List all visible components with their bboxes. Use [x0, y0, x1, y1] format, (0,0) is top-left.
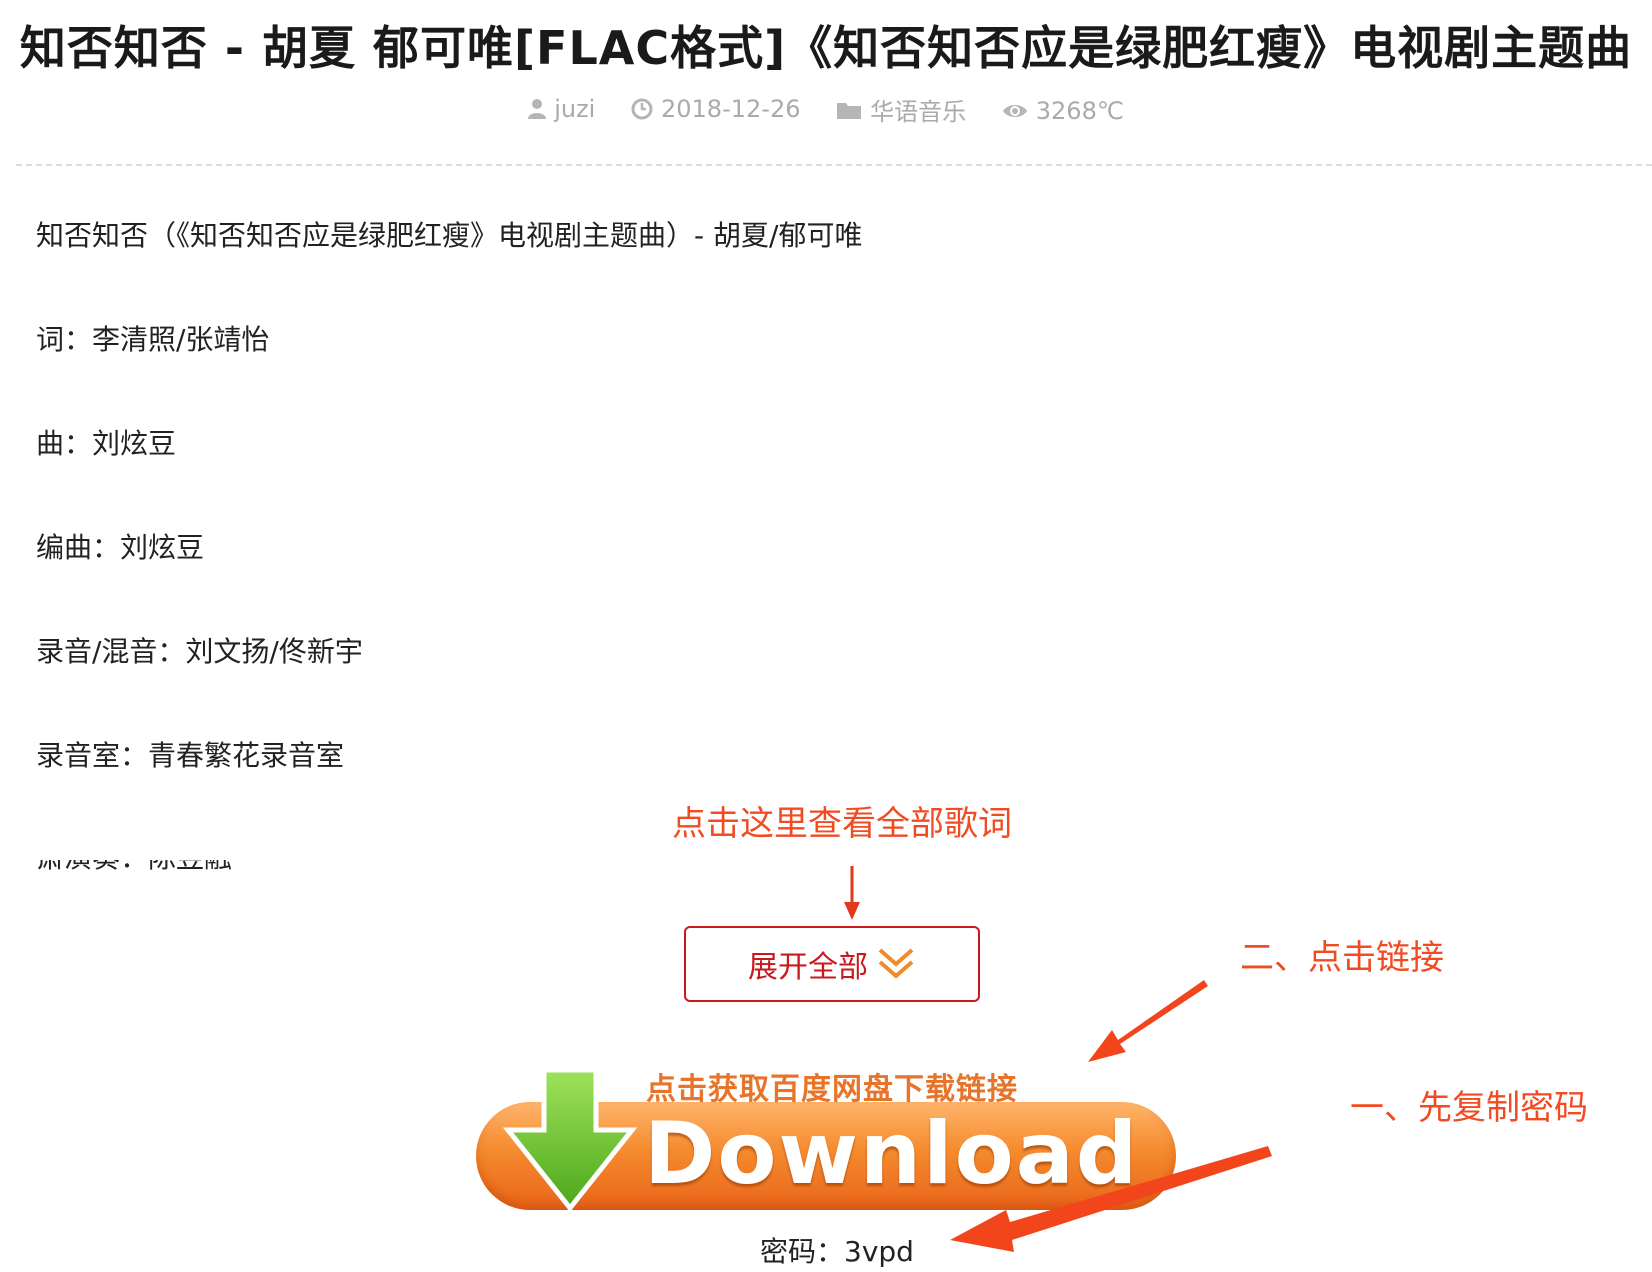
meta-author-text: juzi: [554, 94, 596, 123]
meta-date-text: 2018-12-26: [661, 94, 801, 123]
double-chevron-down-icon: [878, 948, 914, 979]
meta-views: 3268℃: [1002, 97, 1124, 125]
post-title: 知否知否 - 胡夏 郁可唯[FLAC格式]《知否知否应是绿肥红瘦》电视剧主题曲: [19, 21, 1633, 75]
arrow-to-download-icon: [1088, 980, 1208, 1062]
download-arrow-icon: [502, 1068, 638, 1213]
user-icon: [528, 98, 547, 119]
title-divider: [16, 164, 1652, 166]
meta-date: 2018-12-26: [631, 95, 800, 123]
view-all-hint: 点击这里查看全部歌词: [672, 804, 1012, 844]
content-line-song: 知否知否（《知否知否应是绿肥红瘦》电视剧主题曲）- 胡夏/郁可唯: [36, 219, 863, 252]
meta-category[interactable]: 华语音乐: [836, 92, 966, 127]
meta-author[interactable]: juzi: [528, 95, 595, 123]
content-line-composer: 曲：刘炫豆: [36, 427, 177, 460]
download-caption: 点击获取百度网盘下载链接: [646, 1072, 1018, 1107]
post-meta: juzi 2018-12-26 华语音乐 3268℃: [0, 92, 1652, 127]
content-line-studio: 录音室：青春繁花录音室: [36, 739, 345, 772]
clock-icon: [631, 98, 653, 119]
expand-all-label: 展开全部: [748, 950, 868, 985]
download-banner-button[interactable]: 点击获取百度网盘下载链接 Download: [476, 1064, 1180, 1213]
download-label: Download: [644, 1104, 1140, 1204]
password-text: 密码：3vpd: [760, 1235, 914, 1268]
meta-category-text: 华语音乐: [870, 98, 967, 126]
folder-icon: [837, 102, 862, 119]
meta-views-text: 3268℃: [1035, 96, 1124, 125]
step-two-hint: 二、点击链接: [1240, 938, 1444, 978]
eye-icon: [1002, 104, 1027, 117]
content-line-arranger: 编曲：刘炫豆: [36, 531, 205, 564]
content-line-recording: 录音/混音：刘文扬/佟新宇: [36, 635, 363, 668]
step-one-hint: 一、先复制密码: [1350, 1088, 1588, 1128]
arrow-to-expand-icon: [844, 866, 860, 920]
expand-all-button[interactable]: 展开全部: [684, 926, 980, 1002]
content-line-lyricist: 词：李清照/张靖怡: [36, 323, 270, 356]
